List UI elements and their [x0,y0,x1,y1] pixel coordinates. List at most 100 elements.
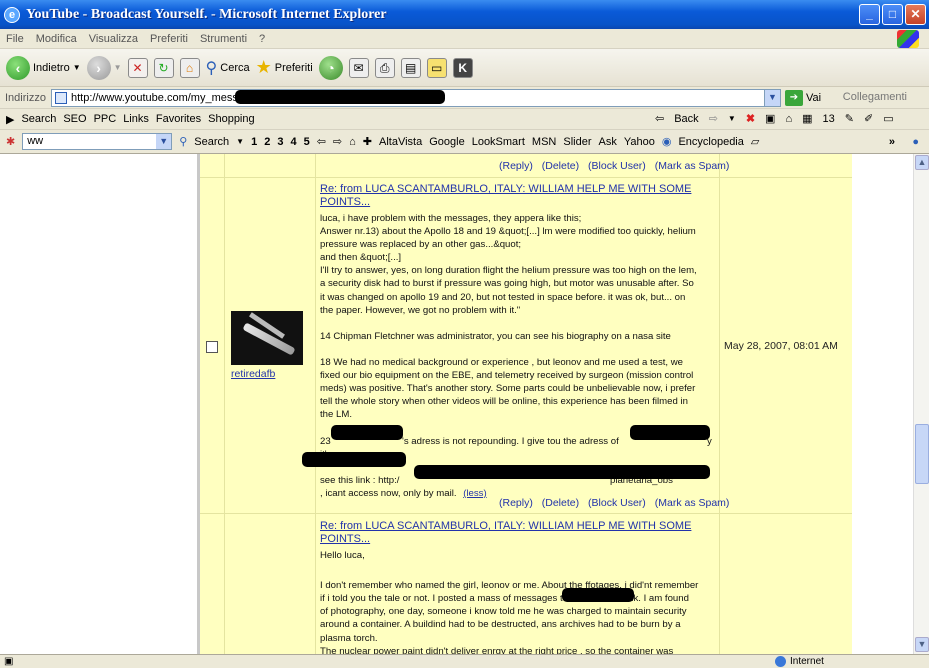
link-links[interactable]: Links [123,113,149,125]
engine-altavista[interactable]: AltaVista [379,136,422,148]
page-content: (Reply) (Delete) (Block User) (Mark as S… [0,154,913,654]
page-4-link[interactable]: 4 [290,136,296,148]
search-label: Cerca [220,61,250,74]
house-icon[interactable]: ⌂ [349,136,356,148]
favorites-button[interactable]: ★ Preferiti [256,57,313,78]
toolbar-back-button[interactable]: Back [674,113,698,125]
print-icon[interactable]: ⎙ [374,57,395,78]
menu-visualizza[interactable]: Visualizza [83,33,144,45]
body-fragment: see this link : http:/ [320,474,400,486]
reply-link[interactable]: (Reply) [499,497,533,509]
dropdown-icon[interactable]: ▼ [728,114,736,123]
block-user-link[interactable]: (Block User) [588,160,646,172]
refresh-icon[interactable]: ↻ [153,57,174,78]
prev-arrow-icon[interactable]: ⇦ [317,135,326,148]
cross-icon[interactable]: ✚ [363,135,372,148]
mail-icon[interactable]: ✉ [348,57,369,78]
stop-icon[interactable]: ✕ [127,57,148,78]
scroll-thumb[interactable] [915,424,929,484]
page-status-icon: ▣ [4,656,14,667]
message-subject[interactable]: Re: from LUCA SCANTAMBURLO, ITALY: WILLI… [320,183,691,209]
body-line: of photography, one day, someone i know … [320,606,687,618]
column-divider [719,154,720,654]
chevron-icon[interactable]: » [889,136,895,148]
engine-msn[interactable]: MSN [532,136,556,148]
forward-button[interactable]: › ▼ [86,55,122,80]
search-magnifier-icon: ⚲ [179,136,188,148]
favorites-label: Preferiti [274,61,313,74]
redaction-mark [562,588,634,602]
menu-modifica[interactable]: Modifica [30,33,83,45]
message-subject[interactable]: Re: from LUCA SCANTAMBURLO, ITALY: WILLI… [320,520,691,546]
edit-icon[interactable]: ▤ [400,57,421,78]
page-2-link[interactable]: 2 [264,136,270,148]
history-icon[interactable]: ◔ [318,55,343,80]
engine-ask[interactable]: Ask [598,136,616,148]
delete-link[interactable]: (Delete) [542,497,579,509]
mark-spam-link[interactable]: (Mark as Spam) [655,160,730,172]
username-link[interactable]: retiredafb [231,368,275,380]
home-small-icon[interactable]: ⌂ [785,113,792,125]
next-arrow-icon[interactable]: ⇨ [333,135,342,148]
go-button[interactable]: Vai [806,92,821,104]
message-actions: (Reply) (Delete) (Block User) (Mark as S… [499,160,735,172]
mark-spam-link[interactable]: (Mark as Spam) [655,497,730,509]
menu-help[interactable]: ? [253,33,271,45]
scroll-down-icon[interactable]: ▼ [915,637,929,652]
redaction-mark [414,465,710,479]
page-3-link[interactable]: 3 [277,136,283,148]
block-user-link[interactable]: (Block User) [588,497,646,509]
window-icon[interactable]: ▭ [883,112,893,125]
vertical-scrollbar[interactable]: ▲ ▼ [913,154,929,654]
minimize-button[interactable]: _ [859,4,880,25]
reply-link[interactable]: (Reply) [499,160,533,172]
link-ppc[interactable]: PPC [94,113,117,125]
back-button[interactable]: ‹ Indietro ▼ [6,55,81,80]
book-icon[interactable]: ▱ [751,135,759,148]
link-search[interactable]: Search [21,113,56,125]
column-divider [224,154,225,654]
engine-yahoo[interactable]: Yahoo [624,136,655,148]
toolbar-search-input[interactable]: ww ▼ [22,133,173,150]
search-dropdown-icon[interactable]: ▼ [236,137,244,146]
info-icon[interactable]: ● [912,136,919,148]
delete-link[interactable]: (Delete) [542,160,579,172]
link-seo[interactable]: SEO [63,113,86,125]
search-button[interactable]: ⚲ Cerca [206,58,250,78]
menu-file[interactable]: File [0,33,30,45]
menu-strumenti[interactable]: Strumenti [194,33,253,45]
address-dropdown-icon[interactable]: ▼ [763,89,780,106]
page-1-link[interactable]: 1 [251,136,257,148]
home-icon[interactable]: ⌂ [179,57,200,78]
scroll-up-icon[interactable]: ▲ [915,155,929,170]
engine-slider[interactable]: Slider [563,136,591,148]
less-link[interactable]: (less) [463,488,486,499]
encyclopedia-link[interactable]: Encyclopedia [678,136,743,148]
close-button[interactable]: ✕ [905,4,926,25]
note-icon[interactable]: ✐ [864,112,873,125]
link-favorites[interactable]: Favorites [156,113,201,125]
popup-icon[interactable]: ▣ [765,112,775,125]
menu-preferiti[interactable]: Preferiti [144,33,194,45]
avatar[interactable] [231,311,303,365]
body-line: Answer nr.13) about the Apollo 18 and 19… [320,226,696,238]
gear-icon[interactable]: ✱ [6,135,15,148]
folder-icon[interactable]: ▭ [426,57,447,78]
messenger-icon[interactable]: K [452,57,473,78]
links-label[interactable]: Collegamenti [843,91,907,103]
message-checkbox[interactable] [206,341,218,353]
toolbar-back-arrow-icon[interactable]: ⇦ [655,112,664,125]
go-arrow-icon[interactable]: ➔ [784,89,803,106]
pen-icon[interactable]: ✎ [845,112,854,125]
toolbar-forward-arrow-icon[interactable]: ⇨ [709,112,718,125]
subject-line: POINTS... [320,533,371,545]
page-5-link[interactable]: 5 [304,136,310,148]
maximize-button[interactable]: □ [882,4,903,25]
link-shopping[interactable]: Shopping [208,113,255,125]
subject-line: Re: from LUCA SCANTAMBURLO, ITALY: WILLI… [320,520,692,532]
engine-google[interactable]: Google [429,136,464,148]
engine-looksmart[interactable]: LookSmart [472,136,525,148]
stop-x-icon[interactable]: ✖ [746,112,755,125]
toolbar-search-dropdown-icon[interactable]: ▼ [156,134,172,149]
toolbar-search-button[interactable]: Search [194,136,229,148]
